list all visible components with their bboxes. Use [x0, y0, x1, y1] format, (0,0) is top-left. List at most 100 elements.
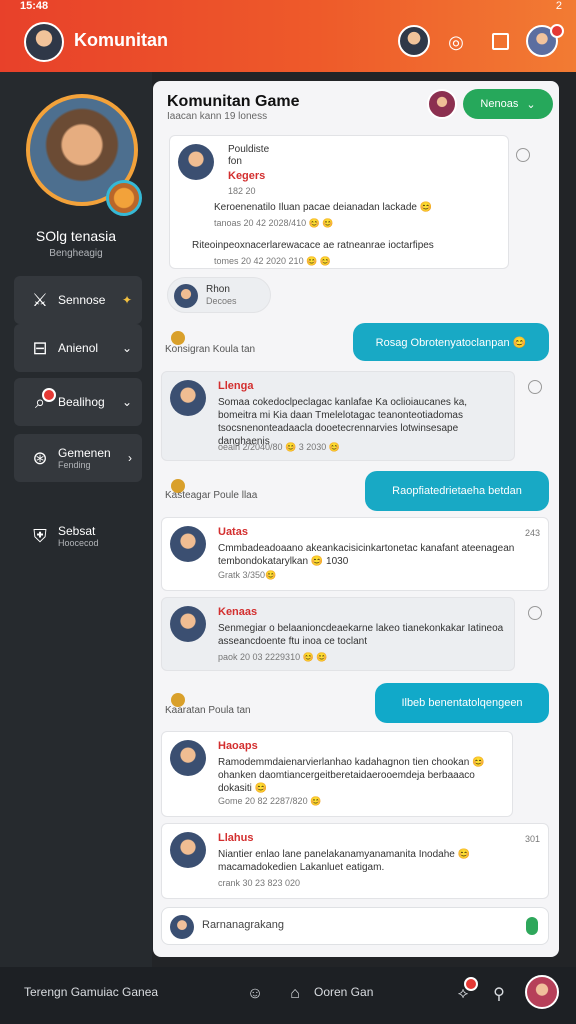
profile-subtitle: Bengheagig [49, 248, 103, 259]
message-text: Keroenenatilo Iluan pacae deianadan lack… [214, 202, 433, 213]
sidebar-item-label: Bealihog [58, 395, 105, 409]
outgoing-bubble[interactable]: Rosag Obrotenyatoclanpan 😊 [353, 323, 549, 361]
more-icon[interactable] [528, 606, 542, 620]
message-input[interactable]: Rarnanagrakang [202, 919, 284, 931]
notification-badge [464, 977, 478, 991]
avatar [170, 606, 206, 642]
join-button[interactable]: Nenoas ⌄ [463, 89, 553, 119]
app-title: Komunitan [74, 30, 168, 50]
sidebar: SOlg tenasia Bengheagig ⚔ Sennose ✦ ⊟ An… [0, 72, 152, 967]
avatar[interactable] [427, 89, 457, 119]
avatar[interactable] [525, 975, 559, 1009]
message-meta: Gratk 3/350😊 [218, 570, 277, 580]
message-composer[interactable]: Rarnanagrakang [161, 907, 549, 945]
chevron-down-icon: ⌄ [121, 395, 132, 409]
mention-pill[interactable]: Rhon Decoes [167, 277, 271, 313]
chevron-down-icon: ⌄ [526, 98, 536, 111]
sidebar-item-anienol[interactable]: ⊟ Anienol ⌄ [14, 324, 142, 372]
chat-panel: Komunitan Game Iaacan kann 19 loness Nen… [153, 81, 559, 957]
divider-text: Konsigran Koula tan [165, 344, 256, 355]
message-card[interactable]: Pouldiste fon Kegers 182 20 Keroenenatil… [169, 135, 530, 269]
message-timestamp: oealn 2/2040/80 😊 3 2030 😊 [218, 442, 341, 452]
message-meta: Gome 20 82 2287/820 😊 [218, 796, 322, 806]
pill-name: Rhon [206, 284, 230, 295]
bottom-left-text[interactable]: Terengn Gamuiac Ganea [24, 985, 158, 999]
profile-icon[interactable] [526, 24, 564, 57]
emoji-icon[interactable]: ☺ [242, 981, 268, 1007]
square-icon[interactable] [492, 33, 509, 50]
profile-badge-icon [106, 180, 142, 216]
outgoing-bubble[interactable]: Raopfiatedrietaeha betdan [365, 471, 549, 511]
chevron-right-icon: › [128, 451, 132, 465]
message-author: Llenga [218, 380, 254, 392]
notification-badge [550, 24, 564, 38]
chevron-down-icon: ⌄ [121, 341, 132, 355]
message-author: Llahus [218, 832, 254, 844]
message-author: Kegers [228, 170, 266, 182]
avatar [170, 832, 206, 868]
message-text: Cmmbadeadoaano akeankacisicinkartonetac … [218, 543, 515, 567]
mic-icon[interactable] [526, 917, 538, 935]
game-icon[interactable]: ⌂ [282, 981, 308, 1007]
notification-badge [42, 388, 56, 402]
status-battery: 2 [555, 0, 562, 12]
sidebar-item-gemenen[interactable]: ⊛ Gemenen Fending › [14, 434, 142, 482]
message-text: Somaa cokedoclpeclagac kanlafae Ka oclio… [218, 397, 468, 447]
star-icon: ✦ [121, 293, 132, 307]
pill-sub: Decoes [206, 296, 237, 306]
sidebar-item-sub: Fending [58, 460, 91, 470]
sidebar-item-label: Anienol [58, 341, 99, 355]
profile-name: SOlg tenasia [35, 228, 117, 244]
avatar [170, 380, 206, 416]
message-card[interactable]: Haoaps Ramodemmdaienarvierlanhao kadahag… [161, 731, 513, 817]
message-author: Haoaps [218, 740, 258, 752]
sidebar-item-label: Gemenen [58, 446, 111, 460]
message-line: Pouldiste [228, 144, 270, 155]
more-icon[interactable] [528, 380, 542, 394]
avatar [170, 740, 206, 776]
bottom-bar: Terengn Gamuiac Ganea ☺ ⌂ Ooren Gan ⟡ ⚲ [0, 967, 576, 1024]
avatar [174, 284, 198, 308]
trophy-icon [171, 331, 185, 345]
message-card[interactable]: Llenga Somaa cokedoclpeclagac kanlafae K… [161, 371, 542, 461]
sidebar-item-sub: Hoocecod [58, 538, 99, 548]
message-card[interactable]: Uatas Cmmbadeadoaano akeankacisicinkarto… [161, 517, 549, 591]
table-icon: ⊟ [32, 337, 48, 358]
message-text: Niantier enlao lane panelakanamyanamanit… [218, 849, 471, 873]
outgoing-bubble[interactable]: Ilbeb benentatolqengeen [375, 683, 549, 723]
avatar [178, 144, 214, 180]
sidebar-item-sennose[interactable]: ⚔ Sennose ✦ [14, 276, 142, 324]
message-timestamp: tanoas 20 42 2028/410 😊 😊 [214, 218, 334, 228]
sidebar-item-bealihog[interactable]: ⌕ Bealihog ⌄ [14, 378, 142, 426]
sidebar-item-sebsat[interactable]: ⛨ Sebsat Hoocecod [14, 512, 142, 560]
divider-text: Kasteagar Poule llaa [165, 490, 258, 501]
sidebar-item-label: Sebsat [58, 524, 96, 538]
user-icon[interactable] [398, 25, 430, 57]
avatar[interactable] [24, 22, 64, 62]
message-time: 243 [524, 528, 540, 538]
sword-icon: ⚔ [31, 289, 49, 310]
message-author: Kenaas [218, 606, 258, 618]
bottom-mid-text[interactable]: Ooren Gan [314, 985, 373, 999]
avatar [170, 915, 194, 939]
globe-icon: ⊛ [32, 447, 48, 468]
message-time: 301 [524, 834, 540, 844]
message-card[interactable]: Kenaas Senmegiar o belaanioncdeaekarne l… [161, 597, 542, 671]
message-meta: 182 20 [228, 186, 256, 196]
panel-title: Komunitan Game [167, 93, 300, 110]
status-time: 15:48 [20, 0, 49, 12]
message-timestamp: paok 20 03 2229310 😊 😊 [218, 652, 328, 662]
message-author: Uatas [218, 526, 248, 538]
divider-text: Kaaratan Poula tan [165, 705, 251, 716]
pin-icon[interactable]: ⚲ [486, 981, 512, 1007]
avatar [170, 526, 206, 562]
message-text: Senmegiar o belaanioncdeaekarne lakeo ti… [218, 623, 504, 647]
message-text: Ramodemmdaienarvierlanhao kadahagnon tie… [218, 757, 485, 794]
shield-icon: ⛨ [33, 525, 47, 546]
top-app-bar: 15:48 2 Komunitan ◎ [0, 0, 576, 72]
headset-icon[interactable]: ◎ [440, 26, 472, 58]
message-timestamp: tomes 20 42 2020 210 😊 😊 [214, 256, 331, 266]
more-icon[interactable] [516, 148, 530, 162]
message-card[interactable]: Llahus Niantier enlao lane panelakanamya… [161, 823, 549, 899]
message-text: Riteoinpeoxnacerlarewacace ae ratneanrae… [192, 240, 434, 251]
